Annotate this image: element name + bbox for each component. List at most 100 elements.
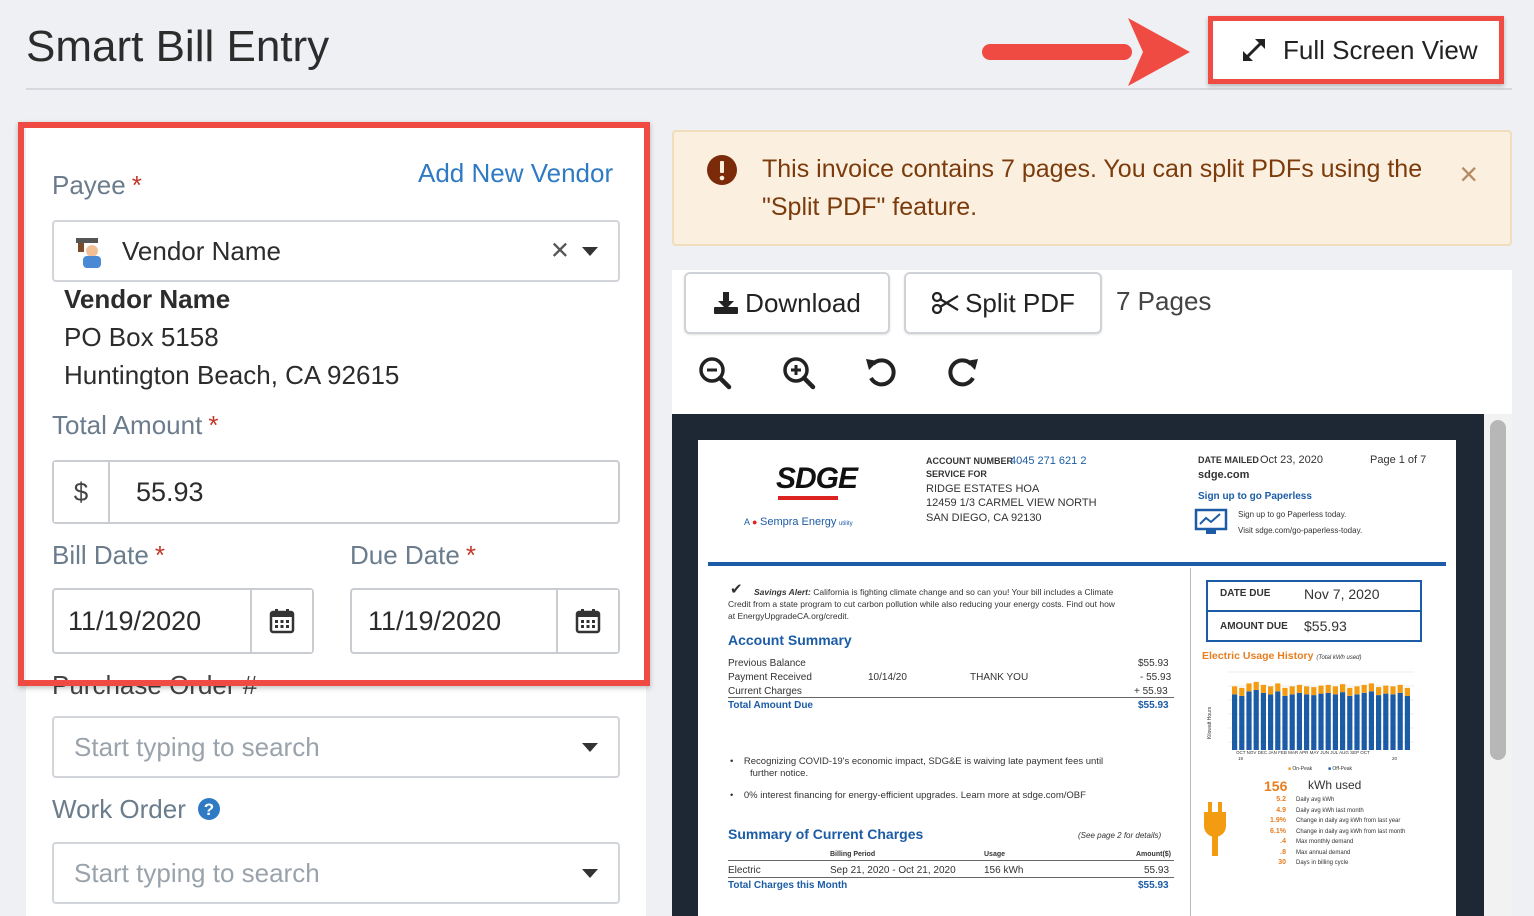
- usage-axis-label: Kilowatt Hours: [1207, 706, 1214, 740]
- currency-addon: $: [54, 462, 110, 522]
- close-icon[interactable]: ×: [1459, 156, 1478, 193]
- usage-bar-offpeak: [1332, 694, 1338, 750]
- calendar-icon[interactable]: [558, 590, 618, 652]
- work-order-label: Work Order ?: [52, 794, 221, 825]
- usage-bar-offpeak: [1354, 694, 1360, 750]
- alert-message: This invoice contains 7 pages. You can s…: [762, 155, 1423, 221]
- exclamation-circle-icon: [707, 155, 737, 185]
- total-due-label: Total Amount Due: [728, 700, 813, 711]
- usage-bar-offpeak: [1311, 695, 1317, 750]
- usage-bar-onpeak: [1304, 686, 1310, 695]
- chevron-down-icon[interactable]: [582, 743, 598, 752]
- usage-stat-label: Daily avg kWh last month: [1296, 807, 1364, 814]
- amount-due-label: AMOUNT DUE: [1220, 621, 1288, 632]
- usage-bar-chart: [1228, 671, 1414, 750]
- zoom-out-icon[interactable]: [698, 356, 732, 390]
- bullet-financing: • 0% interest financing for energy-effic…: [730, 790, 1086, 801]
- payment-label: Payment Received: [728, 672, 812, 683]
- chart-year-start: 19: [1238, 756, 1244, 761]
- usage-stat-row: 30 Days in billing cycle: [1258, 858, 1456, 869]
- usage-stats-list: 5.2 Daily avg kWh 4.9 Daily avg kWh last mo…: [1258, 795, 1456, 869]
- chevron-down-icon[interactable]: [582, 247, 598, 256]
- full-screen-label: Full Screen View: [1283, 34, 1478, 65]
- usage-stat-value: 6.1%: [1270, 827, 1286, 835]
- monitor-icon: [1194, 508, 1228, 534]
- download-icon: [714, 292, 739, 314]
- website: sdge.com: [1198, 469, 1250, 481]
- usage-bar-onpeak: [1282, 687, 1288, 696]
- bill-date-input[interactable]: 11/19/2020: [54, 590, 252, 652]
- usage-bar-offpeak: [1275, 691, 1281, 750]
- amount-label: Amount($): [1136, 851, 1171, 858]
- usage-bar-onpeak: [1318, 685, 1324, 694]
- usage-stat-label: Change in daily avg kWh from last month: [1296, 828, 1406, 835]
- prev-balance: $55.93: [1138, 658, 1169, 669]
- pdf-scrollbar-thumb[interactable]: [1490, 420, 1506, 760]
- payee-select[interactable]: Vendor Name ✕: [52, 220, 620, 282]
- usage-value: 156 kWh: [984, 865, 1024, 876]
- purchase-order-select[interactable]: Start typing to search: [52, 716, 620, 778]
- date-mailed-label: DATE MAILED: [1198, 455, 1259, 465]
- vendor-avatar-icon: [76, 238, 101, 268]
- usage-bar-onpeak: [1397, 684, 1403, 693]
- calendar-icon[interactable]: [252, 590, 312, 652]
- split-pdf-button[interactable]: Split PDF: [904, 272, 1102, 334]
- usage-stat-label: Change in daily avg kWh from last year: [1296, 818, 1401, 824]
- service-name: RIDGE ESTATES HOA: [926, 483, 1040, 495]
- bullet-covid-line2: further notice.: [750, 768, 809, 779]
- sempra-tagline: A ● Sempra Energy utility: [744, 516, 853, 528]
- page-count: 7 Pages: [1116, 286, 1212, 316]
- usage-bar-onpeak: [1260, 684, 1266, 693]
- usage-stat-value: .4: [1280, 838, 1286, 845]
- chart-months: OCT NOV DEC JAN FEB MAR APR MAY JUN JUL …: [1236, 750, 1370, 755]
- usage-bar-onpeak: [1332, 686, 1338, 695]
- zoom-in-icon[interactable]: [782, 356, 816, 390]
- rotate-right-icon[interactable]: [946, 356, 980, 390]
- usage-bar-offpeak: [1340, 692, 1346, 750]
- usage-bar-onpeak: [1354, 686, 1360, 695]
- plug-icon: [1204, 802, 1226, 856]
- bill-date-input-group: 11/19/2020: [52, 588, 314, 654]
- chart-year-end: 20: [1392, 756, 1398, 761]
- vendor-address-line1: PO Box 5158: [64, 322, 219, 352]
- add-new-vendor-link[interactable]: Add New Vendor: [418, 158, 613, 189]
- usage-bar-offpeak: [1361, 692, 1367, 750]
- download-button[interactable]: Download: [684, 272, 890, 334]
- kwh-value: 156: [1264, 778, 1288, 794]
- usage-bar-offpeak: [1289, 694, 1295, 750]
- usage-bar-offpeak: [1390, 694, 1396, 750]
- service-address2: SAN DIEGO, CA 92130: [926, 512, 1042, 524]
- scissors-icon: [931, 292, 959, 314]
- clear-icon[interactable]: ✕: [550, 237, 570, 266]
- usage-stat-row: 4.9 Daily avg kWh last month: [1258, 806, 1456, 817]
- usage-bar-offpeak: [1397, 692, 1403, 750]
- full-screen-view-button[interactable]: Full Screen View: [1208, 16, 1504, 84]
- kwh-label: kWh used: [1308, 778, 1362, 792]
- usage-bar-offpeak: [1296, 692, 1302, 750]
- check-circle-icon: ✔: [730, 581, 743, 598]
- rotate-left-icon[interactable]: [864, 356, 898, 390]
- paperless-line2: Visit sdge.com/go-paperless-today.: [1238, 526, 1363, 535]
- usage-bar-onpeak: [1239, 687, 1245, 696]
- total-amount-input[interactable]: 55.93: [110, 462, 618, 522]
- savings-line2: Credit from a state program to cut carbo…: [728, 599, 1115, 609]
- sdge-logo: SDGE: [776, 462, 858, 495]
- vendor-name: Vendor Name: [64, 284, 231, 314]
- usage-stat-label: Max annual demand: [1296, 849, 1351, 856]
- usage-bar-offpeak: [1260, 692, 1266, 750]
- payment-date: 10/14/20: [868, 672, 907, 683]
- chevron-down-icon[interactable]: [582, 869, 598, 878]
- usage-bar-onpeak: [1404, 687, 1410, 696]
- split-pdf-label: Split PDF: [965, 287, 1075, 318]
- usage-bar-offpeak: [1318, 693, 1324, 750]
- help-icon[interactable]: ?: [197, 797, 221, 821]
- account-summary-heading: Account Summary: [728, 632, 852, 648]
- payment-amount: - 55.93: [1140, 672, 1172, 683]
- work-order-select[interactable]: Start typing to search: [52, 842, 620, 904]
- paperless-heading: Sign up to go Paperless: [1198, 491, 1312, 502]
- payment-note: THANK YOU: [970, 672, 1029, 683]
- bullet-covid-line1: • Recognizing COVID-19's economic impact…: [730, 756, 1104, 767]
- due-date-input[interactable]: 11/19/2020: [352, 590, 558, 652]
- payee-label: Payee *: [52, 170, 142, 200]
- usage-stat-row: 5.2 Daily avg kWh: [1258, 795, 1456, 806]
